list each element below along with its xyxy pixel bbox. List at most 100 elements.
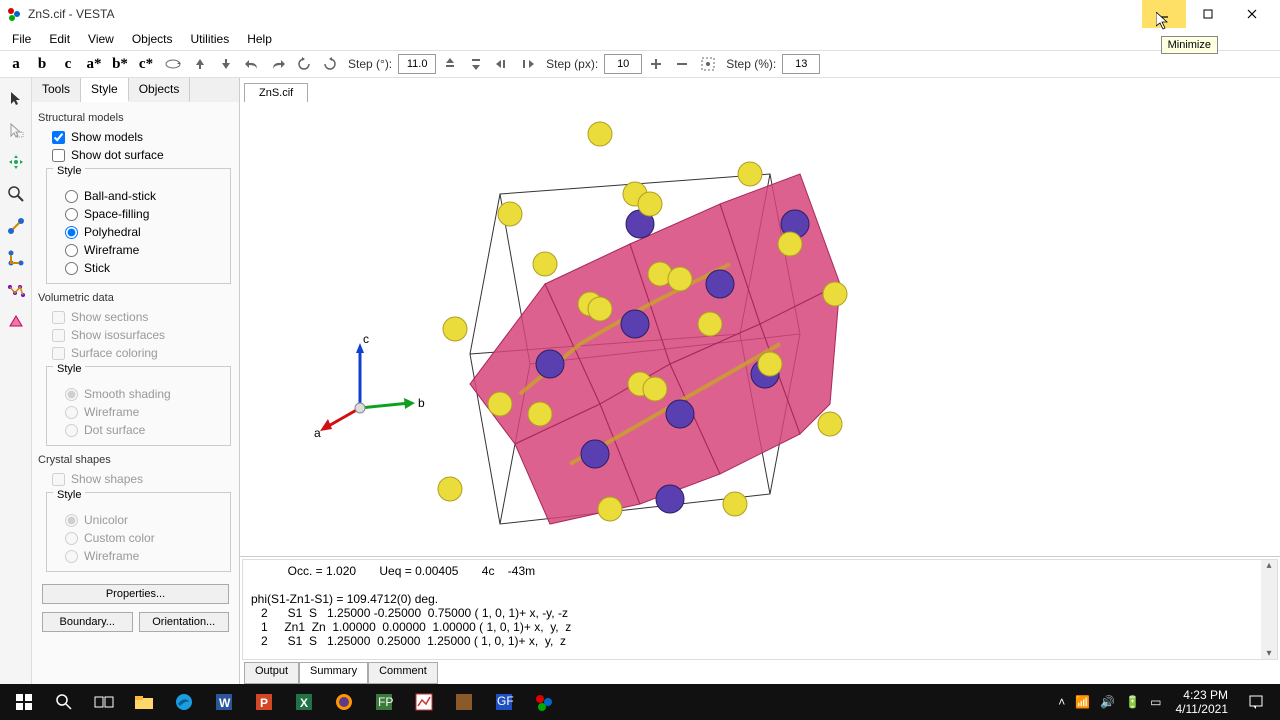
vesta-taskbar-icon[interactable] <box>524 686 564 718</box>
zoom-in-icon[interactable] <box>644 52 668 76</box>
menu-file[interactable]: File <box>4 30 39 48</box>
orientation-button[interactable]: Orientation... <box>139 612 230 632</box>
powerpoint-icon[interactable]: P <box>244 686 284 718</box>
close-button[interactable] <box>1230 0 1274 28</box>
firefox-icon[interactable] <box>324 686 364 718</box>
menu-edit[interactable]: Edit <box>41 30 78 48</box>
move-down-icon[interactable] <box>464 52 488 76</box>
axis-a-button[interactable]: a <box>4 52 28 76</box>
zoom-tool[interactable] <box>2 180 30 208</box>
undo-icon[interactable] <box>240 52 264 76</box>
comment-tab[interactable]: Comment <box>368 662 438 684</box>
rotate-a-icon[interactable] <box>160 52 186 76</box>
pointer-tool[interactable] <box>2 84 30 112</box>
iso-checkbox <box>52 329 65 342</box>
3d-viewport[interactable]: c b a <box>240 102 1280 556</box>
app4-icon[interactable]: GFour <box>484 686 524 718</box>
svg-text:FPS: FPS <box>378 695 394 709</box>
app3-icon[interactable] <box>444 686 484 718</box>
step-pct-label: Step (%): <box>722 57 780 71</box>
summary-tab[interactable]: Summary <box>299 662 368 684</box>
system-tray[interactable]: ˄ 📶 🔊 🔋 ▭ <box>1052 695 1167 709</box>
start-button[interactable] <box>4 686 44 718</box>
mouse-cursor <box>1156 12 1172 32</box>
up-arrow-icon[interactable] <box>188 52 212 76</box>
show-dot-checkbox[interactable] <box>52 149 65 162</box>
output-scrollbar[interactable]: ▴▾ <box>1261 560 1277 659</box>
axis-bstar-button[interactable]: b* <box>108 52 132 76</box>
app1-icon[interactable]: FPS <box>364 686 404 718</box>
custcol-label: Custom color <box>84 531 155 545</box>
rotate-cw-icon[interactable] <box>318 52 342 76</box>
maximize-button[interactable] <box>1186 0 1230 28</box>
explorer-icon[interactable] <box>124 686 164 718</box>
app2-icon[interactable] <box>404 686 444 718</box>
show-models-checkbox[interactable] <box>52 131 65 144</box>
taskbar-clock[interactable]: 4:23 PM4/11/2021 <box>1168 688 1237 717</box>
output-line: 2 S1 S 1.25000 -0.25000 0.75000 ( 1, 0, … <box>251 606 568 620</box>
tab-style[interactable]: Style <box>81 78 129 102</box>
axis-b-button[interactable]: b <box>30 52 54 76</box>
stick-radio[interactable] <box>65 262 78 275</box>
output-tab[interactable]: Output <box>244 662 299 684</box>
angle-tool[interactable] <box>2 244 30 272</box>
move-left-icon[interactable] <box>490 52 514 76</box>
excel-icon[interactable]: X <box>284 686 324 718</box>
step-pct-input[interactable] <box>782 54 820 74</box>
tray-battery-icon[interactable]: 🔋 <box>1125 695 1140 709</box>
notifications-icon[interactable] <box>1236 686 1276 718</box>
menubar: File Edit View Objects Utilities Help <box>0 28 1280 50</box>
move-up-icon[interactable] <box>438 52 462 76</box>
output-text[interactable]: Occ. = 1.020 Ueq = 0.00405 4c -43m phi(S… <box>242 559 1278 660</box>
fit-icon[interactable] <box>696 52 720 76</box>
axis-cstar-button[interactable]: c* <box>134 52 158 76</box>
space-radio[interactable] <box>65 208 78 221</box>
torsion-tool[interactable] <box>2 276 30 304</box>
select-tool[interactable] <box>2 116 30 144</box>
boundary-button[interactable]: Boundary... <box>42 612 133 632</box>
wire3-label: Wireframe <box>84 549 139 563</box>
axis-c-button[interactable]: c <box>56 52 80 76</box>
menu-utilities[interactable]: Utilities <box>183 30 238 48</box>
viewer-tab[interactable]: ZnS.cif <box>244 83 308 102</box>
minimize-tooltip: Minimize <box>1161 36 1218 54</box>
properties-button[interactable]: Properties... <box>42 584 229 604</box>
tab-objects[interactable]: Objects <box>129 78 191 102</box>
plane-tool[interactable] <box>2 308 30 336</box>
sections-label: Show sections <box>71 310 148 324</box>
zoom-out-icon[interactable] <box>670 52 694 76</box>
crystal-structure <box>240 102 1280 556</box>
taskview-icon[interactable] <box>84 686 124 718</box>
tray-network-icon[interactable]: 📶 <box>1075 695 1090 709</box>
shapes-checkbox <box>52 473 65 486</box>
tray-volume-icon[interactable]: 🔊 <box>1100 695 1115 709</box>
axis-astar-button[interactable]: a* <box>82 52 106 76</box>
svg-text:GFour: GFour <box>497 694 514 708</box>
menu-objects[interactable]: Objects <box>124 30 181 48</box>
edge-icon[interactable] <box>164 686 204 718</box>
menu-view[interactable]: View <box>80 30 122 48</box>
poly-radio[interactable] <box>65 226 78 239</box>
redo-icon[interactable] <box>266 52 290 76</box>
word-icon[interactable]: W <box>204 686 244 718</box>
smooth-radio <box>65 388 78 401</box>
step-px-input[interactable] <box>604 54 642 74</box>
tray-chevron-icon[interactable]: ˄ <box>1058 695 1065 709</box>
tray-lang-icon[interactable]: ▭ <box>1150 695 1161 709</box>
step-deg-input[interactable] <box>398 54 436 74</box>
wire-radio[interactable] <box>65 244 78 257</box>
rotate-ccw-icon[interactable] <box>292 52 316 76</box>
move-right-icon[interactable] <box>516 52 540 76</box>
menu-help[interactable]: Help <box>239 30 280 48</box>
ball-radio[interactable] <box>65 190 78 203</box>
move-tool[interactable] <box>2 148 30 176</box>
crystal-heading: Crystal shapes <box>38 454 231 466</box>
tab-tools[interactable]: Tools <box>32 78 81 102</box>
search-icon[interactable] <box>44 686 84 718</box>
down-arrow-icon[interactable] <box>214 52 238 76</box>
style-legend-1: Style <box>53 165 85 177</box>
taskbar: W P X FPS GFour ˄ 📶 🔊 🔋 ▭ 4:23 PM4/11/2021 <box>0 684 1280 720</box>
bond-tool[interactable] <box>2 212 30 240</box>
dot2-radio <box>65 424 78 437</box>
svg-text:X: X <box>300 696 308 710</box>
